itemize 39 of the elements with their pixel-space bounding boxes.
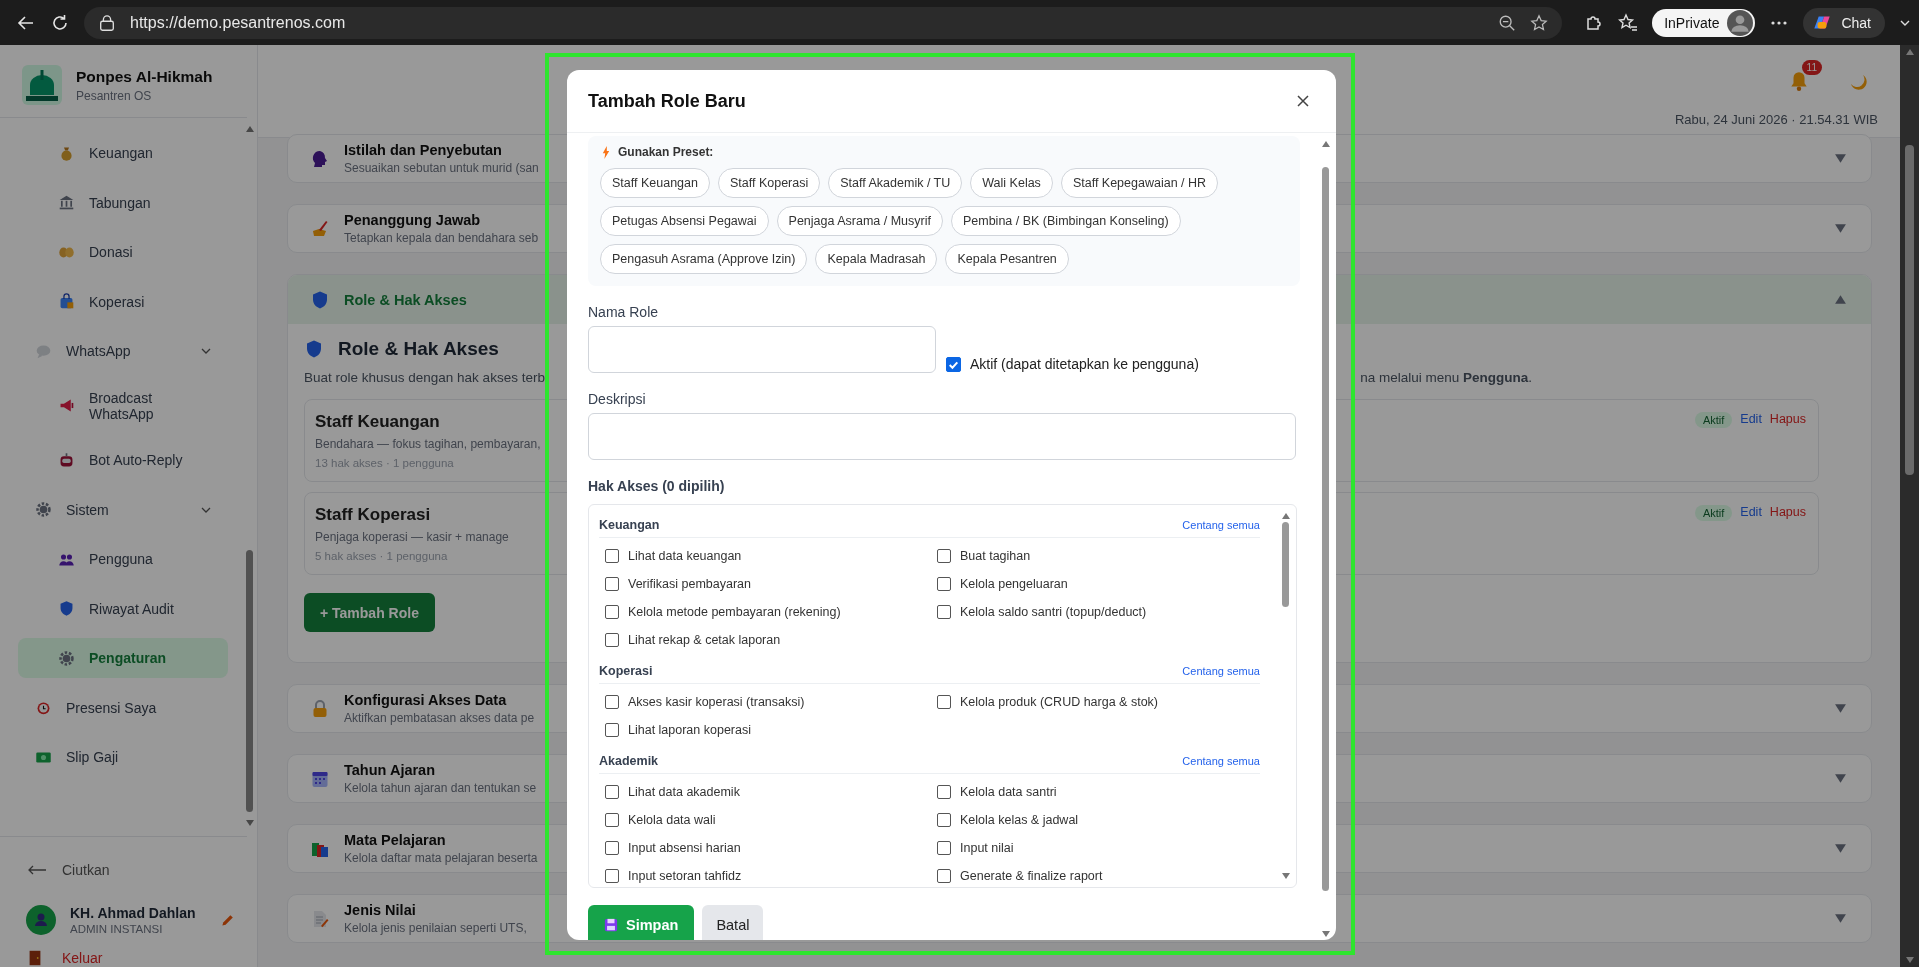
role-description: Penjaga koperasi — kasir + manage	[315, 530, 509, 544]
section-title: Konfigurasi Akses Data	[344, 692, 507, 708]
role-description: Bendahara — fokus tagihan, pembayaran,	[315, 437, 541, 451]
section-title: Role & Hak Akses	[344, 291, 467, 308]
role-meta: 13 hak akses · 1 pengguna	[315, 457, 455, 469]
section-subtitle: Kelola daftar mata pelajaran beserta	[344, 851, 538, 865]
brand-name: Ponpes Al-Hikmah	[76, 67, 213, 86]
group-title: Koperasi	[599, 664, 653, 678]
field-label: Deskripsi	[588, 391, 646, 407]
section-description: na melalui menu Pengguna.	[1360, 370, 1532, 385]
section-heading: Role & Hak Akses	[338, 338, 499, 360]
section-title: Jenis Nilai	[344, 902, 416, 918]
section-title: Mata Pelajaran	[344, 832, 446, 848]
status-badge: Aktif	[1694, 412, 1733, 428]
section-subtitle: Aktifkan pembatasan akses data pe	[344, 711, 535, 725]
section-subtitle: Tetapkan kepala dan bendahara seb	[344, 231, 539, 245]
notification-badge: 11	[1801, 60, 1822, 75]
section-subtitle: Kelola tahun ajaran dan tentukan se	[344, 781, 537, 795]
group-title: Keuangan	[599, 518, 660, 532]
date-time: Rabu, 24 Juni 2026 · 21.54.31 WIB	[1674, 112, 1878, 127]
section-title: Tahun Ajaran	[344, 762, 436, 778]
section-subtitle: Sesuaikan sebutan untuk murid (san	[344, 161, 539, 175]
section-title: Penanggung Jawab	[344, 212, 481, 228]
role-meta: 5 hak akses · 1 pengguna	[315, 550, 449, 562]
role-name: Staff Keuangan	[315, 412, 441, 432]
user-name: KH. Ahmad Dahlan	[70, 905, 197, 921]
brand-subtitle: Pesantren OS	[76, 88, 153, 103]
user-role: ADMIN INSTANSI	[70, 923, 164, 935]
field-label: Nama Role	[588, 304, 659, 320]
permissions-title: Hak Akses (0 dipilih)	[588, 478, 725, 494]
preset-label: Gunakan Preset:	[618, 145, 714, 159]
section-subtitle: Kelola jenis penilaian seperti UTS,	[344, 921, 527, 935]
section-description: Buat role khusus dengan hak akses terb	[304, 370, 545, 385]
section-title: Istilah dan Penyebutan	[344, 142, 502, 158]
status-badge: Aktif	[1694, 505, 1733, 521]
modal-title: Tambah Role Baru	[588, 90, 746, 112]
group-title: Akademik	[599, 754, 659, 768]
url-text: https://demo.pesantrenos.com	[130, 13, 346, 32]
role-name: Staff Koperasi	[315, 505, 432, 525]
